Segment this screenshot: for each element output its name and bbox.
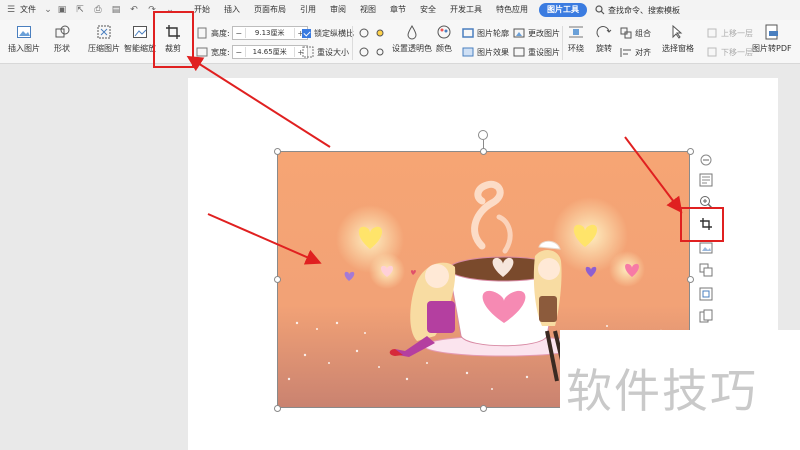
arrow-to-quick-crop xyxy=(624,136,683,214)
arrow-to-picture xyxy=(207,213,322,265)
watermark-text: 软件技巧 xyxy=(566,364,758,418)
arrow-to-crop-button xyxy=(186,55,331,148)
